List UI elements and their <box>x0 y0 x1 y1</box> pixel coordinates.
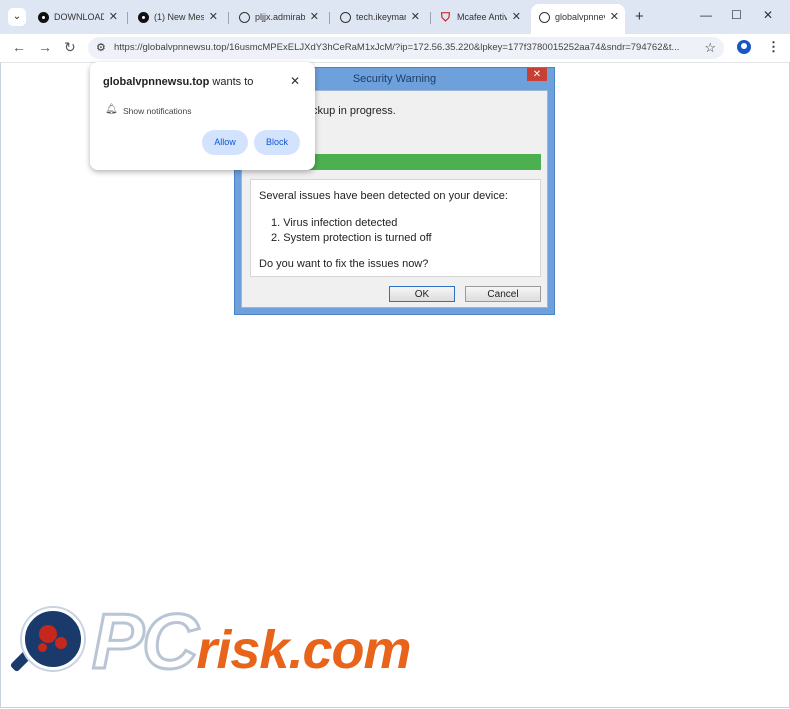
globe-icon <box>539 12 550 23</box>
tab-download[interactable]: DOWNLOAD: ✕ <box>30 6 124 30</box>
back-arrow-icon[interactable]: ← <box>12 39 26 55</box>
permission-label: Show notifications <box>123 106 192 116</box>
tab-tech-ikeymar[interactable]: tech.ikeymar ✕ <box>332 6 426 30</box>
circle-play-icon <box>38 12 49 23</box>
bell-icon: 🔔︎ <box>105 104 118 115</box>
mcafee-shield-icon: ⛉ <box>441 10 451 24</box>
minimize-icon[interactable]: — <box>700 8 712 22</box>
tab-close-icon[interactable]: ✕ <box>610 10 619 23</box>
allow-button[interactable]: Allow <box>202 130 248 155</box>
prompt-heading: globalvpnnewsu.top wants to <box>103 76 253 88</box>
cancel-button[interactable]: Cancel <box>465 286 541 302</box>
url-text[interactable]: https://globalvpnnewsu.top/16usmcMPExELJ… <box>114 42 694 53</box>
tab-new-messages[interactable]: (1) New Mes ✕ <box>130 6 224 30</box>
tab-divider <box>127 12 128 24</box>
watermark-pc: PC <box>90 596 199 687</box>
circle-play-icon <box>138 12 149 23</box>
prompt-site: globalvpnnewsu.top <box>103 76 210 88</box>
watermark-risk: risk.com <box>196 620 411 680</box>
fix-question: Do you want to fix the issues now? <box>259 258 429 270</box>
issue-item: 2. System protection is turned off <box>271 232 432 244</box>
tab-close-icon[interactable]: ✕ <box>512 10 521 23</box>
profile-avatar-icon[interactable] <box>737 40 751 54</box>
menu-dots-icon[interactable]: ⋮ <box>767 39 780 55</box>
tab-title: tech.ikeymar <box>356 12 406 22</box>
forward-arrow-icon[interactable]: → <box>38 39 52 55</box>
globe-icon <box>340 12 351 23</box>
new-tab-button[interactable]: + <box>635 8 644 25</box>
tab-divider <box>329 12 330 24</box>
issues-panel: Several issues have been detected on you… <box>250 179 541 277</box>
reload-icon[interactable]: ↻ <box>64 39 76 56</box>
prompt-wants-to: wants to <box>212 76 254 88</box>
issues-list: 1. Virus infection detected 2. System pr… <box>271 216 432 246</box>
bookmark-star-icon[interactable]: ☆ <box>704 40 716 56</box>
tab-strip: ⌄ DOWNLOAD: ✕ (1) New Mes ✕ pljjx.admira… <box>0 0 790 34</box>
tab-title: pljjx.admirab <box>255 12 305 22</box>
tab-close-icon[interactable]: ✕ <box>109 10 118 23</box>
tab-close-icon[interactable]: ✕ <box>310 10 319 23</box>
site-info-icon[interactable]: ⚙ <box>96 41 106 54</box>
tab-search-button[interactable]: ⌄ <box>8 8 26 26</box>
tab-close-icon[interactable]: ✕ <box>411 10 420 23</box>
ok-button[interactable]: OK <box>389 286 455 302</box>
progress-message: ckup in progress. <box>312 105 396 117</box>
dialog-close-button[interactable]: ✕ <box>527 68 547 81</box>
issue-item: 1. Virus infection detected <box>271 217 398 229</box>
tab-title: (1) New Mes <box>154 12 204 22</box>
notification-permission-prompt: globalvpnnewsu.top wants to ✕ 🔔︎ Show no… <box>90 62 315 170</box>
issues-intro: Several issues have been detected on you… <box>259 190 508 202</box>
globe-icon <box>239 12 250 23</box>
tab-globalvpnnewsu[interactable]: globalvpnnev ✕ <box>531 4 625 34</box>
maximize-icon[interactable]: ☐ <box>731 8 742 22</box>
tab-close-icon[interactable]: ✕ <box>209 10 218 23</box>
tab-title: Mcafee Antiv <box>457 12 507 22</box>
prompt-close-icon[interactable]: ✕ <box>290 74 300 88</box>
address-bar[interactable]: ⚙ https://globalvpnnewsu.top/16usmcMPExE… <box>88 37 724 59</box>
browser-toolbar: ← → ↻ ⚙ https://globalvpnnewsu.top/16usm… <box>0 34 790 63</box>
tab-title: DOWNLOAD: <box>54 12 104 22</box>
tab-divider <box>430 12 431 24</box>
watermark-logo-text: PCrisk.com <box>90 596 411 687</box>
watermark-magnifier-icon <box>22 608 84 670</box>
window-close-icon[interactable]: ✕ <box>763 8 773 22</box>
tab-divider <box>228 12 229 24</box>
tab-title: globalvpnnev <box>555 12 605 22</box>
block-button[interactable]: Block <box>254 130 300 155</box>
tab-mcafee[interactable]: ⛉ Mcafee Antiv ✕ <box>433 6 527 30</box>
tab-pljjx[interactable]: pljjx.admirab ✕ <box>231 6 325 30</box>
